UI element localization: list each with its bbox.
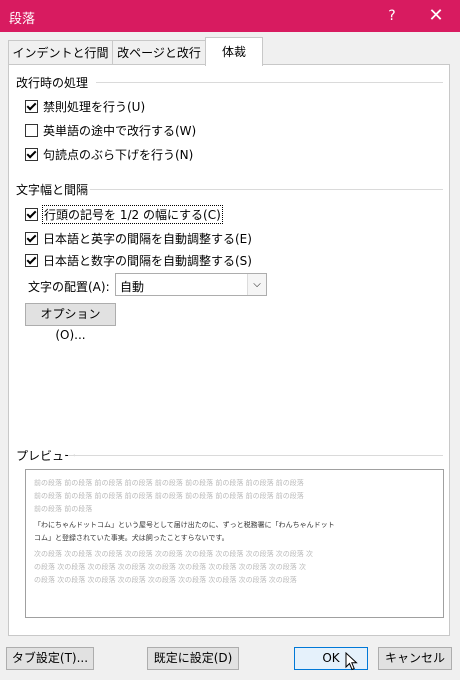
hanging-punctuation-checkbox[interactable]: [25, 147, 38, 161]
tab-layout[interactable]: 体裁: [205, 37, 263, 66]
line-break-divider: [96, 82, 443, 83]
auto-space-numbers-checkbox[interactable]: [25, 253, 38, 267]
char-width-heading: 文字幅と間隔: [16, 183, 89, 197]
option-word-wrap[interactable]: 英単語の途中で改行する(W): [25, 121, 196, 139]
word-wrap-label: 英単語の途中で改行する(W): [43, 123, 197, 138]
alignment-select[interactable]: 自動 ⌵: [115, 273, 267, 296]
window-title: 段落: [9, 12, 36, 27]
option-auto-space-english[interactable]: 日本語と英字の間隔を自動調整する(E): [25, 229, 252, 247]
half-width-symbols-label: 行頭の記号を 1/2 の幅にする(C): [42, 204, 223, 224]
options-button[interactable]: オプション(O)...: [25, 303, 116, 342]
tabs-button[interactable]: タブ設定(T)...: [6, 647, 94, 670]
kinsoku-checkbox[interactable]: [25, 99, 38, 113]
title-bar: 段落 ? ✕: [0, 0, 460, 32]
help-button[interactable]: ?: [380, 0, 404, 32]
preview-sample-line: 「わにちゃんドットコム」という屋号として届け出たのに、ずっと税務署に「わんちゃん…: [34, 521, 335, 529]
preview-divider: [68, 455, 443, 456]
preview-before-line: 前の段落 前の段落 前の段落 前の段落 前の段落 前の段落 前の段落 前の段落 …: [34, 492, 304, 500]
preview-before-line: 前の段落 前の段落: [34, 505, 93, 513]
mouse-pointer-icon: [345, 652, 358, 671]
set-default-button[interactable]: 既定に設定(D): [147, 647, 239, 670]
tab-indent-spacing[interactable]: インデントと行間隔: [8, 40, 113, 84]
alignment-value: 自動: [120, 280, 145, 294]
kinsoku-label: 禁則処理を行う(U): [43, 99, 146, 114]
char-width-divider: [90, 189, 443, 190]
auto-space-english-label: 日本語と英字の間隔を自動調整する(E): [43, 231, 252, 246]
close-button[interactable]: ✕: [424, 0, 448, 32]
hanging-punctuation-label: 句読点のぶら下げを行う(N): [43, 147, 194, 162]
chevron-down-icon[interactable]: ⌵: [247, 274, 266, 295]
preview-after-line: の段落 次の段落 次の段落 次の段落 次の段落 次の段落 次の段落 次の段落 次…: [34, 563, 307, 571]
auto-space-english-checkbox[interactable]: [25, 231, 38, 245]
preview-heading: プレビュー: [16, 449, 77, 463]
half-width-symbols-checkbox[interactable]: [25, 207, 38, 221]
option-hanging-punctuation[interactable]: 句読点のぶら下げを行う(N): [25, 145, 193, 163]
option-auto-space-numbers[interactable]: 日本語と数字の間隔を自動調整する(S): [25, 251, 252, 269]
preview-after-line: 次の段落 次の段落 次の段落 次の段落 次の段落 次の段落 次の段落 次の段落 …: [34, 550, 314, 558]
word-wrap-checkbox[interactable]: [25, 123, 38, 137]
tab-page-break[interactable]: 改ページと改行: [112, 40, 206, 65]
preview-before-line: 前の段落 前の段落 前の段落 前の段落 前の段落 前の段落 前の段落 前の段落 …: [34, 479, 304, 487]
alignment-label: 文字の配置(A):: [28, 280, 110, 294]
auto-space-numbers-label: 日本語と数字の間隔を自動調整する(S): [43, 253, 252, 268]
cancel-button[interactable]: キャンセル: [378, 647, 452, 670]
preview-sample-line: コム」と登録されていた事実。犬は飼ったことすらないです。: [34, 534, 229, 542]
option-half-width-symbols[interactable]: 行頭の記号を 1/2 の幅にする(C): [25, 204, 223, 224]
preview-after-line: の段落 次の段落 次の段落 次の段落 次の段落 次の段落 次の段落 次の段落 次…: [34, 576, 297, 584]
option-kinsoku[interactable]: 禁則処理を行う(U): [25, 97, 145, 115]
line-break-heading: 改行時の処理: [16, 76, 89, 90]
